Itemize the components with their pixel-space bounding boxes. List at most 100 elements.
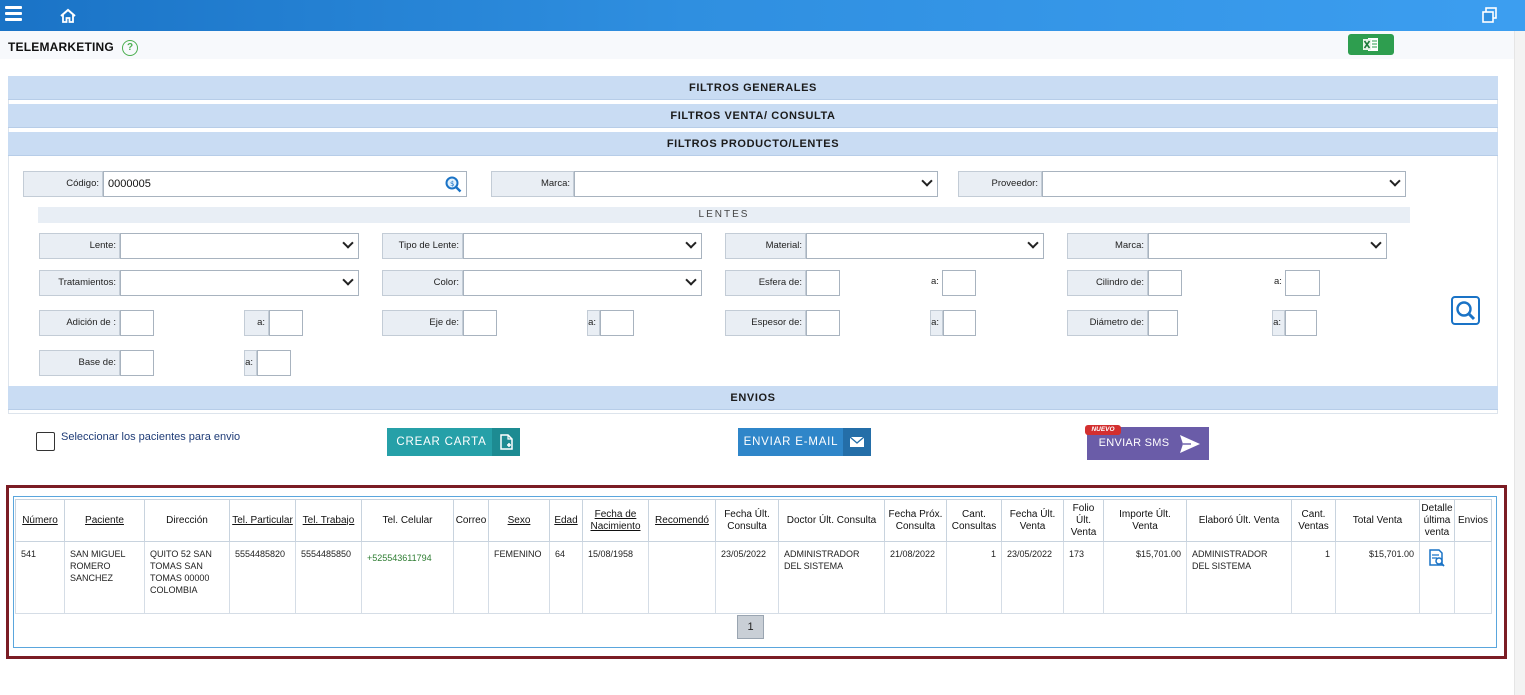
page-scrollbar[interactable] [1514, 31, 1525, 695]
column-header[interactable]: Paciente [64, 499, 145, 542]
column-header[interactable]: Tel. Trabajo [295, 499, 362, 542]
section-filtros-generales[interactable]: FILTROS GENERALES [8, 76, 1498, 100]
color-select[interactable] [463, 270, 702, 296]
proveedor-label: Proveedor: [958, 171, 1042, 197]
chevron-down-icon [1027, 237, 1039, 249]
tratamientos-select[interactable] [120, 270, 359, 296]
search-code-icon[interactable]: $ [445, 176, 462, 193]
new-document-icon [492, 428, 520, 456]
base-label: Base de: [39, 350, 120, 376]
tratamientos-label: Tratamientos: [39, 270, 120, 296]
column-header[interactable]: Tel. Particular [229, 499, 296, 542]
column-header[interactable]: Edad [549, 499, 583, 542]
eje-from-input[interactable] [463, 310, 497, 336]
lente-select[interactable] [120, 233, 359, 259]
codigo-input[interactable]: 0000005 $ [103, 171, 467, 197]
cell-fecha-ult-venta: 23/05/2022 [1001, 541, 1064, 614]
table-header-row: Número Paciente Dirección Tel. Particula… [15, 499, 1492, 542]
esfera-to-input[interactable] [942, 270, 976, 296]
hamburger-menu-icon[interactable] [5, 6, 22, 22]
cell-fecha-nacimiento: 15/08/1958 [582, 541, 649, 614]
adicion-to-label: a: [244, 310, 269, 336]
cell-tel-celular[interactable]: +525543611794 [361, 541, 454, 614]
diametro-from-input[interactable] [1148, 310, 1178, 336]
codigo-label: Código: [23, 171, 103, 197]
base-from-input[interactable] [120, 350, 154, 376]
column-header[interactable]: Fecha de Nacimiento [582, 499, 649, 542]
pagination-page-button[interactable]: 1 [737, 615, 764, 639]
chevron-down-icon [1389, 175, 1401, 187]
crear-carta-label: CREAR CARTA [396, 436, 487, 448]
marca-lente-select[interactable] [1148, 233, 1387, 259]
nuevo-badge: NUEVO [1085, 425, 1121, 435]
search-button[interactable] [1451, 296, 1480, 325]
espesor-to-input[interactable] [943, 310, 976, 336]
cell-tel-particular: 5554485820 [229, 541, 296, 614]
chevron-down-icon [1370, 237, 1382, 249]
column-header: Cant. Ventas [1291, 499, 1336, 542]
eje-to-input[interactable] [600, 310, 634, 336]
search-icon [1456, 301, 1476, 321]
column-header[interactable]: Sexo [488, 499, 550, 542]
espesor-from-input[interactable] [806, 310, 840, 336]
help-icon[interactable]: ? [122, 40, 138, 56]
document-search-icon[interactable] [1428, 548, 1446, 568]
adicion-to-input[interactable] [269, 310, 303, 336]
window-restore-icon[interactable] [1482, 7, 1498, 23]
base-to-input[interactable] [257, 350, 291, 376]
codigo-value: 0000005 [108, 178, 151, 190]
column-header: Dirección [144, 499, 230, 542]
adicion-from-input[interactable] [120, 310, 154, 336]
section-envios[interactable]: ENVIOS [8, 386, 1498, 410]
tipo-lente-select[interactable] [463, 233, 702, 259]
espesor-label: Espesor de: [725, 310, 806, 336]
cell-sexo: FEMENINO [488, 541, 550, 614]
column-header: Elaboró Últ. Venta [1186, 499, 1292, 542]
diametro-to-input[interactable] [1285, 310, 1317, 336]
column-header[interactable]: Número [15, 499, 65, 542]
cell-total-venta: $15,701.00 [1335, 541, 1420, 614]
cell-numero: 541 [15, 541, 65, 614]
adicion-label: Adición de : [39, 310, 120, 336]
esfera-label: Esfera de: [725, 270, 806, 296]
marca-producto-select[interactable] [574, 171, 938, 197]
column-header: Fecha Últ. Consulta [715, 499, 779, 542]
excel-icon [1363, 38, 1378, 51]
enviar-email-label: ENVIAR E-MAIL [743, 436, 839, 448]
cell-tel-trabajo: 5554485850 [295, 541, 362, 614]
esfera-from-input[interactable] [806, 270, 840, 296]
cell-envios [1454, 541, 1492, 614]
cilindro-to-input[interactable] [1285, 270, 1320, 296]
column-header: Fecha Próx. Consulta [884, 499, 947, 542]
section-filtros-venta[interactable]: FILTROS VENTA/ CONSULTA [8, 104, 1498, 128]
excel-export-button[interactable] [1348, 34, 1394, 55]
table-row[interactable]: 541 SAN MIGUEL ROMERO SANCHEZ QUITO 52 S… [15, 541, 1492, 614]
column-header: Importe Últ. Venta [1103, 499, 1187, 542]
enviar-email-button[interactable]: ENVIAR E-MAIL [738, 428, 871, 456]
cell-correo [453, 541, 489, 614]
chevron-down-icon [342, 274, 354, 286]
material-select[interactable] [806, 233, 1044, 259]
column-header: Envios [1454, 499, 1492, 542]
material-label: Material: [725, 233, 806, 259]
section-filtros-producto[interactable]: FILTROS PRODUCTO/LENTES [8, 132, 1498, 156]
svg-text:$: $ [450, 180, 454, 188]
column-header[interactable]: Recomendó [648, 499, 716, 542]
proveedor-select[interactable] [1042, 171, 1406, 197]
cell-recomendo [648, 541, 716, 614]
crear-carta-button[interactable]: CREAR CARTA [387, 428, 520, 456]
chevron-down-icon [921, 175, 933, 187]
diametro-to-label: a: [1272, 310, 1285, 336]
column-header: Correo [453, 499, 489, 542]
select-patients-label: Seleccionar los pacientes para envio [61, 431, 241, 443]
cilindro-from-input[interactable] [1148, 270, 1182, 296]
cell-importe-ult-venta: $15,701.00 [1103, 541, 1187, 614]
cell-direccion: QUITO 52 SAN TOMAS SAN TOMAS 00000 COLOM… [144, 541, 230, 614]
espesor-to-label: a: [930, 310, 943, 336]
select-patients-checkbox[interactable] [36, 432, 55, 451]
tipo-lente-label: Tipo de Lente: [382, 233, 463, 259]
home-icon[interactable] [59, 8, 77, 24]
chevron-down-icon [342, 237, 354, 249]
top-bar [0, 0, 1525, 31]
column-header: Doctor Últ. Consulta [778, 499, 885, 542]
